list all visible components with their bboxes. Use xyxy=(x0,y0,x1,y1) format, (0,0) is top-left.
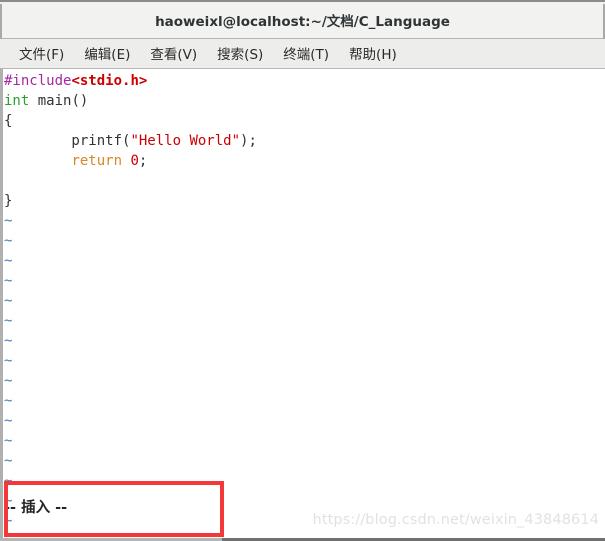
menu-item-2[interactable]: 查看(V) xyxy=(140,41,207,66)
code-line: printf("Hello World"); xyxy=(3,131,605,151)
vim-filler-line: ~ xyxy=(3,471,605,491)
vim-filler-line: ~ xyxy=(3,311,605,331)
tilde-glyph: ~ xyxy=(4,433,13,449)
vim-filler-line: ~ xyxy=(3,251,605,271)
menu-item-0[interactable]: 文件(F) xyxy=(9,41,74,66)
tilde-glyph: ~ xyxy=(4,233,13,249)
terminal-content-area[interactable]: #include<stdio.h> int main(){ printf("Hel… xyxy=(0,69,605,541)
vim-filler-line: ~ xyxy=(3,211,605,231)
code-line: } xyxy=(3,191,605,211)
watermark-text: https://blog.csdn.net/weixin_43848614 xyxy=(312,512,599,528)
tilde-glyph: ~ xyxy=(4,373,13,389)
code-line: { xyxy=(3,111,605,131)
code-line: int main() xyxy=(3,91,605,111)
vim-filler-line: ~ xyxy=(3,371,605,391)
vim-filler-line: ~ xyxy=(3,351,605,371)
code-token-keyword: return xyxy=(71,153,123,169)
code-token-type: int xyxy=(4,93,30,109)
title-bar[interactable]: haoweixl@localhost:~/文档/C_Language xyxy=(0,0,605,40)
code-token-plain: main() xyxy=(29,93,89,109)
window-left-edge xyxy=(0,4,2,40)
vim-filler-line: ~ xyxy=(3,491,605,511)
menu-item-3[interactable]: 搜索(S) xyxy=(207,41,273,66)
vim-filler-line: ~ xyxy=(3,271,605,291)
tilde-glyph: ~ xyxy=(4,213,13,229)
menu-item-5[interactable]: 帮助(H) xyxy=(339,41,407,66)
code-token-plain: } xyxy=(4,193,13,209)
tilde-glyph: ~ xyxy=(4,413,13,429)
menu-bar: 文件(F) 编辑(E) 查看(V) 搜索(S) 终端(T) 帮助(H) xyxy=(0,39,605,69)
code-token-number: 0 xyxy=(130,153,139,169)
tilde-glyph: ~ xyxy=(4,353,13,369)
tilde-glyph: ~ xyxy=(4,253,13,269)
tilde-glyph: ~ xyxy=(4,473,13,489)
window-title: haoweixl@localhost:~/文档/C_Language xyxy=(155,14,450,30)
tilde-glyph: ~ xyxy=(4,273,13,289)
vim-filler-line: ~ xyxy=(3,451,605,471)
code-line: #include<stdio.h> xyxy=(3,71,605,91)
terminal-window: haoweixl@localhost:~/文档/C_Language 文件(F)… xyxy=(0,0,605,541)
vim-status-line: -- 插入 -- xyxy=(4,500,68,516)
code-token-plain: ; xyxy=(138,153,148,169)
menu-item-1[interactable]: 编辑(E) xyxy=(74,41,140,66)
code-token-plain: printf( xyxy=(4,133,131,149)
vim-filler-line: ~ xyxy=(3,431,605,451)
code-line: return 0; xyxy=(3,151,605,171)
tilde-glyph: ~ xyxy=(4,313,13,329)
tilde-glyph: ~ xyxy=(4,333,13,349)
code-token-plain: { xyxy=(4,113,13,129)
tilde-glyph: ~ xyxy=(4,393,13,409)
code-token-string: "Hello World" xyxy=(130,133,241,149)
vim-filler-line: ~ xyxy=(3,291,605,311)
vim-filler-line: ~ xyxy=(3,411,605,431)
tilde-glyph: ~ xyxy=(4,293,13,309)
vim-filler-line: ~ xyxy=(3,231,605,251)
code-token-include: <stdio.h> xyxy=(71,73,148,89)
tilde-glyph: ~ xyxy=(4,453,13,469)
code-token-preprocessor: #include xyxy=(4,73,72,89)
menu-item-4[interactable]: 终端(T) xyxy=(273,41,339,66)
vim-filler-line: ~ xyxy=(3,391,605,411)
vim-filler-line: ~ xyxy=(3,331,605,351)
code-token-plain: ); xyxy=(240,133,257,149)
vim-buffer[interactable]: #include<stdio.h> int main(){ printf("Hel… xyxy=(3,69,605,541)
